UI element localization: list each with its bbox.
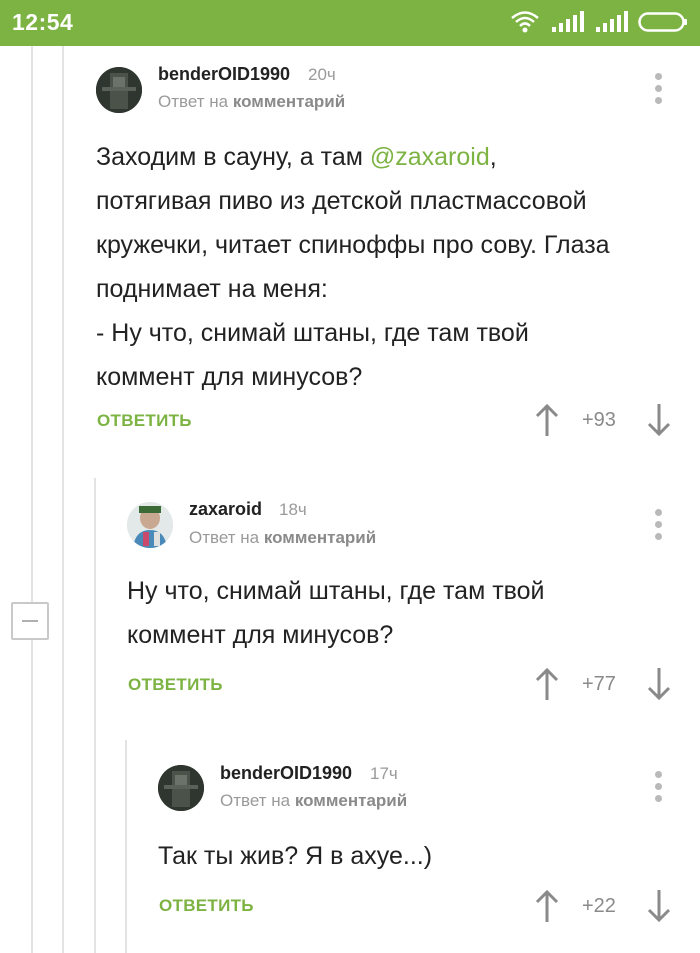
status-time: 12:54 — [12, 9, 74, 35]
thread-line-level-0 — [31, 46, 33, 953]
comment-text: Ну что, снимай штаны, где там твой комме… — [127, 577, 545, 649]
status-icons — [510, 10, 690, 36]
comment-time: 18ч — [279, 500, 307, 519]
upvote-arrow-icon[interactable] — [534, 667, 560, 701]
reply-target-link[interactable]: комментарий — [295, 791, 407, 810]
thread-line-level-1 — [62, 46, 64, 953]
collapse-thread-button[interactable] — [11, 602, 49, 640]
username[interactable]: benderOID1990 — [158, 64, 290, 85]
wifi-icon — [511, 11, 539, 33]
comment-time: 20ч — [308, 65, 336, 84]
reply-button[interactable]: ОТВЕТИТЬ — [159, 896, 254, 916]
signal-icon — [552, 11, 584, 32]
battery-icon — [638, 12, 687, 32]
downvote-arrow-icon[interactable] — [646, 889, 672, 923]
username[interactable]: benderOID1990 — [220, 763, 352, 784]
signal-icon-2 — [596, 11, 628, 32]
username[interactable]: zaxaroid — [189, 499, 262, 520]
reply-prefix: Ответ на — [189, 528, 260, 547]
reply-button[interactable]: ОТВЕТИТЬ — [128, 675, 223, 695]
reply-to: Ответ на комментарий — [158, 92, 345, 112]
reply-prefix: Ответ на — [220, 791, 291, 810]
comment-score: +93 — [582, 409, 616, 431]
downvote-arrow-icon[interactable] — [646, 667, 672, 701]
comment-text-start: Заходим в сауну, а там — [96, 143, 370, 171]
reply-target-link[interactable]: комментарий — [264, 528, 376, 547]
upvote-arrow-icon[interactable] — [534, 889, 560, 923]
more-menu-icon[interactable] — [655, 509, 663, 541]
avatar[interactable] — [158, 765, 204, 811]
avatar[interactable] — [127, 502, 173, 548]
user-mention-link[interactable]: @zaxaroid — [370, 143, 490, 171]
more-menu-icon[interactable] — [655, 73, 663, 105]
reply-prefix: Ответ на — [158, 92, 229, 111]
comment-time: 17ч — [370, 764, 398, 783]
comment-text: Заходим в сауну, а там @zaxaroid, потяги… — [96, 135, 686, 399]
reply-button[interactable]: ОТВЕТИТЬ — [97, 411, 192, 431]
avatar[interactable] — [96, 67, 142, 113]
more-menu-icon[interactable] — [655, 771, 663, 803]
comment-score: +22 — [582, 895, 616, 917]
reply-to: Ответ на комментарий — [189, 528, 376, 548]
comment-score: +77 — [582, 673, 616, 695]
downvote-arrow-icon[interactable] — [646, 403, 672, 437]
status-bar: 12:54 — [0, 0, 700, 46]
comment-text: Так ты жив? Я в ахуе...) — [158, 842, 433, 870]
thread-line-level-3 — [125, 740, 127, 953]
thread-line-level-2 — [94, 478, 96, 953]
reply-to: Ответ на комментарий — [220, 791, 407, 811]
reply-target-link[interactable]: комментарий — [233, 92, 345, 111]
comment-text-rest: , потягивая пиво из детской пластмассово… — [96, 143, 610, 391]
upvote-arrow-icon[interactable] — [534, 403, 560, 437]
